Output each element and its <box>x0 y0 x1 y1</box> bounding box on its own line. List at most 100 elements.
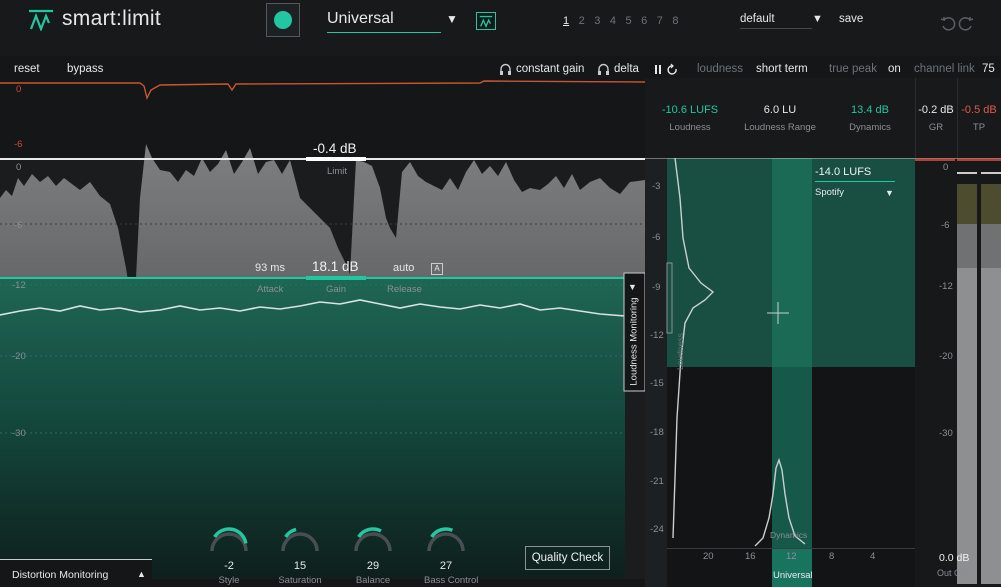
meter-scale: -30 <box>939 428 953 439</box>
chevron-down-icon[interactable]: ▼ <box>812 13 823 25</box>
limit-value[interactable]: -0.4 dB <box>313 141 357 156</box>
preset-slots: 1 2 3 4 5 6 7 8 <box>563 15 679 27</box>
target-platform[interactable]: Spotify <box>815 187 844 198</box>
quality-check-button[interactable]: Quality Check <box>525 546 610 570</box>
meter-scale: 0 <box>943 162 949 173</box>
save-button[interactable]: save <box>839 13 863 25</box>
knob-value: 27 <box>439 560 453 572</box>
constant-gain-toggle[interactable]: constant gain <box>516 63 584 75</box>
scale-label: -12 <box>12 280 26 291</box>
waveform-display[interactable]: 0 -6 0 -6 -12 -20 -30 -0.4 dB Limit 93 m… <box>0 78 645 587</box>
stat-loudness-label: Loudness <box>669 122 711 133</box>
release-label: Release <box>387 284 422 295</box>
stat-tp: -0.5 dB TP <box>957 104 1001 133</box>
loudness-dynamics-map[interactable] <box>645 158 915 587</box>
attack-label: Attack <box>257 284 284 295</box>
loudness-monitoring-tab[interactable]: ▼ Loudness Monitoring <box>626 278 642 386</box>
preset-slot-2[interactable]: 2 <box>579 15 585 27</box>
channel-link-value[interactable]: 75 <box>982 63 995 75</box>
profile-select[interactable]: Universal <box>327 10 441 33</box>
preset-slot-4[interactable]: 4 <box>610 15 616 27</box>
stat-loudness-value: -10.6 LUFS <box>661 104 719 116</box>
knob-dial[interactable] <box>278 524 322 552</box>
loudness-axis-tick: -18 <box>650 427 664 438</box>
power-button[interactable] <box>266 3 300 37</box>
out-gain-value[interactable]: 0.0 dB <box>939 552 969 564</box>
chevron-down-icon[interactable]: ▼ <box>446 12 458 26</box>
stat-loudness: -10.6 LUFS Loudness <box>645 104 735 133</box>
logo-icon <box>29 9 53 31</box>
loudness-axis-tick: -24 <box>650 524 664 535</box>
preset-slot-3[interactable]: 3 <box>594 15 600 27</box>
stat-range-value: 6.0 LU <box>763 104 797 116</box>
knob-balance[interactable]: 29 Balance <box>351 524 395 586</box>
stat-dynamics: 13.4 dB Dynamics <box>825 104 915 133</box>
knob-value: 29 <box>366 560 380 572</box>
delta-toggle[interactable]: delta <box>614 63 639 75</box>
power-indicator <box>274 11 292 29</box>
knob-style[interactable]: -2 Style <box>207 524 251 586</box>
true-peak-toggle[interactable]: on <box>888 63 901 75</box>
knob-label: Saturation <box>278 575 322 586</box>
stat-range-label: Loudness Range <box>744 122 816 133</box>
knob-dial[interactable] <box>207 524 251 552</box>
stat-gr-value: -0.2 dB <box>918 104 954 116</box>
app-title: smart:limit <box>62 7 161 30</box>
preset-slot-8[interactable]: 8 <box>672 15 678 27</box>
output-meters <box>915 158 1001 587</box>
preset-select[interactable]: default <box>740 13 812 29</box>
gain-value[interactable]: 18.1 dB <box>312 259 359 274</box>
preset-slot-6[interactable]: 6 <box>641 15 647 27</box>
short-term-mode[interactable]: short term <box>756 63 808 75</box>
attack-value[interactable]: 93 ms <box>255 262 285 274</box>
knob-saturation[interactable]: 15 Saturation <box>278 524 322 586</box>
auto-release-badge[interactable]: A <box>431 263 443 275</box>
dynamics-axis-tick: 4 <box>870 551 876 562</box>
knob-value: 15 <box>293 560 307 572</box>
reset-button[interactable]: reset <box>14 63 40 75</box>
pause-reset-icon[interactable] <box>654 63 680 76</box>
preset-slot-5[interactable]: 5 <box>626 15 632 27</box>
scale-label: 0 <box>16 162 22 173</box>
headphones-icon[interactable] <box>499 63 512 76</box>
profile-logo-button[interactable] <box>476 12 496 30</box>
loudness-axis-tick: -6 <box>652 232 661 243</box>
stat-gr: -0.2 dB GR <box>915 104 957 133</box>
scale-label: -6 <box>14 220 23 231</box>
gain-label: Gain <box>326 284 347 295</box>
knob-dial[interactable] <box>351 524 395 552</box>
meter-scale: -6 <box>941 220 950 231</box>
knob-label: Style <box>218 575 240 586</box>
knob-label: Bass Control <box>424 575 479 586</box>
stat-range: 6.0 LU Loudness Range <box>735 104 825 133</box>
distortion-monitoring-tab[interactable]: Distortion Monitoring ▲ <box>0 559 152 587</box>
redo-icon[interactable] <box>958 16 974 32</box>
true-peak-label: true peak <box>829 63 877 75</box>
knob-bass-control[interactable]: 27 Bass Control <box>424 524 479 586</box>
target-loudness-value[interactable]: -14.0 LUFS <box>815 166 895 182</box>
dynamics-axis-label: Dynamics <box>770 530 808 540</box>
chevron-up-icon: ▲ <box>137 569 146 579</box>
stat-tp-value: -0.5 dB <box>961 104 997 116</box>
scale-label: -30 <box>12 428 26 439</box>
gr-scale-top: 0 <box>16 84 22 95</box>
dynamics-axis-tick: 16 <box>745 551 756 562</box>
undo-icon[interactable] <box>940 16 956 32</box>
meter-scale: -20 <box>939 351 953 362</box>
bypass-button[interactable]: bypass <box>67 63 103 75</box>
knob-dial[interactable] <box>424 524 468 552</box>
stat-gr-label: GR <box>928 122 944 133</box>
loudness-mode-label[interactable]: loudness <box>697 63 743 75</box>
loudness-stats: -10.6 LUFS Loudness 6.0 LU Loudness Rang… <box>645 78 1001 158</box>
loudness-axis-tick: -12 <box>650 330 664 341</box>
gr-scale-mid: -6 <box>14 139 23 150</box>
release-value[interactable]: auto <box>393 262 414 274</box>
loudness-axis-label: Loudness <box>675 333 685 370</box>
loudness-axis-tick: -3 <box>652 181 661 192</box>
preset-slot-7[interactable]: 7 <box>657 15 663 27</box>
chevron-down-icon[interactable]: ▼ <box>885 188 894 198</box>
dynamics-axis-tick: 12 <box>786 551 797 562</box>
preset-slot-1[interactable]: 1 <box>563 15 569 27</box>
headphones-icon[interactable] <box>597 63 610 76</box>
scale-label: -20 <box>12 351 26 362</box>
